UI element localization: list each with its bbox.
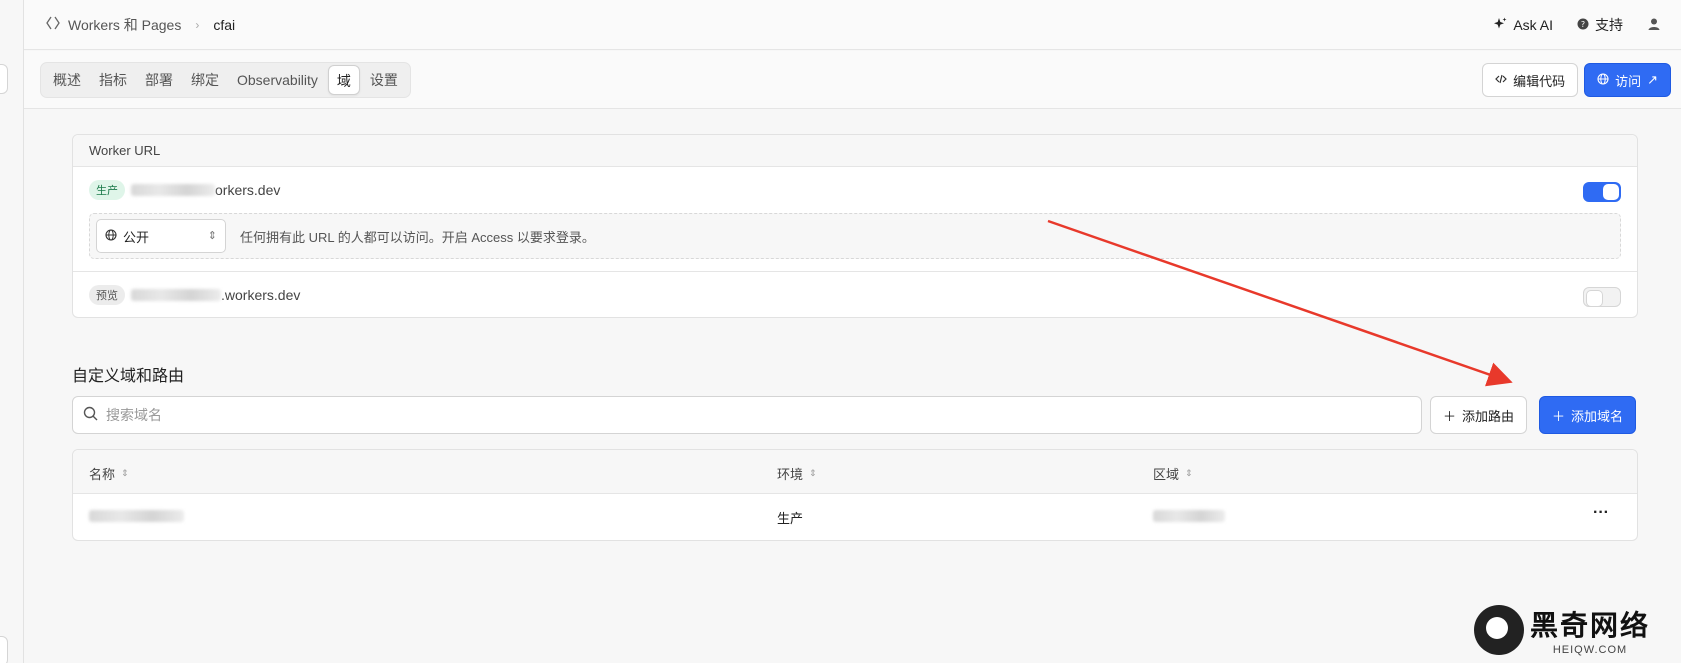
ask-ai-label: Ask AI — [1513, 17, 1553, 33]
user-icon — [1647, 17, 1661, 34]
sidebar-handle-bottom[interactable] — [0, 636, 8, 663]
globe-icon — [1597, 72, 1609, 88]
edit-code-button[interactable]: 编辑代码 — [1482, 63, 1579, 97]
row-environment: 生产 — [777, 511, 804, 526]
breadcrumb: Workers 和 Pages › cfai — [46, 15, 235, 35]
column-name[interactable]: 名称 ⇕ — [89, 464, 129, 483]
visit-label: 访问 — [1615, 73, 1642, 89]
header-actions: 编辑代码 访问 ↗ — [1482, 63, 1671, 97]
preview-url-row: 预览 .workers.dev — [73, 271, 1637, 317]
sidebar-handle[interactable] — [0, 64, 8, 94]
tab-domains[interactable]: 域 — [327, 65, 360, 95]
table-row[interactable]: 生产 ··· — [73, 494, 1637, 540]
access-select[interactable]: 公开 ⇕ — [96, 219, 226, 253]
sort-icon: ⇕ — [1185, 468, 1193, 478]
tab-metrics[interactable]: 指标 — [91, 65, 135, 95]
production-toggle[interactable] — [1583, 182, 1621, 202]
workers-icon — [46, 16, 60, 33]
production-url-row: 生产 orkers.dev — [73, 167, 1637, 213]
help-circle-icon: ? — [1577, 17, 1589, 33]
tab-deployments[interactable]: 部署 — [137, 65, 181, 95]
access-select-value: 公开 — [123, 229, 150, 245]
globe-icon — [105, 228, 117, 244]
top-right-nav: Ask AI ? 支持 — [1493, 0, 1681, 50]
column-environment-label: 环境 — [777, 467, 804, 482]
tab-settings[interactable]: 设置 — [362, 65, 406, 95]
chevron-updown-icon: ⇕ — [207, 230, 217, 242]
sort-icon: ⇕ — [809, 468, 817, 478]
add-route-button[interactable]: ＋ 添加路由 — [1430, 396, 1528, 434]
add-domain-label: 添加域名 — [1571, 408, 1624, 424]
chevron-right-icon: › — [195, 17, 200, 32]
redacted-zone — [1153, 510, 1225, 522]
sparkle-icon — [1493, 17, 1507, 34]
column-environment[interactable]: 环境 ⇕ — [777, 464, 817, 483]
access-description: 任何拥有此 URL 的人都可以访问。开启 Access 以要求登录。 — [240, 229, 595, 245]
edit-code-label: 编辑代码 — [1513, 73, 1566, 89]
svg-text:?: ? — [1581, 20, 1585, 29]
redacted-subdomain — [131, 288, 221, 301]
left-sidebar-edge — [0, 0, 24, 663]
table-header: 名称 ⇕ 环境 ⇕ 区域 ⇕ — [73, 450, 1637, 494]
plus-icon: ＋ — [1443, 408, 1457, 424]
breadcrumb-current: cfai — [213, 16, 236, 33]
domain-search-field[interactable] — [72, 396, 1422, 434]
preview-toggle[interactable] — [1583, 287, 1621, 307]
visit-button[interactable]: 访问 ↗ — [1584, 63, 1671, 97]
tab-overview[interactable]: 概述 — [45, 65, 89, 95]
watermark-logo-icon — [1474, 605, 1524, 655]
domain-search-input[interactable] — [106, 407, 1421, 423]
domains-table: 名称 ⇕ 环境 ⇕ 区域 ⇕ 生产 ··· — [72, 449, 1638, 541]
watermark-cn: 黑奇网络 — [1530, 609, 1651, 642]
support-button[interactable]: ? 支持 — [1577, 15, 1623, 35]
support-label: 支持 — [1595, 17, 1623, 33]
redacted-subdomain — [131, 184, 215, 196]
column-zone-label: 区域 — [1153, 467, 1180, 482]
watermark: 黑奇网络 HEIQW.COM — [1474, 604, 1650, 656]
add-route-label: 添加路由 — [1462, 408, 1515, 424]
sort-icon: ⇕ — [121, 468, 129, 478]
external-arrow-icon: ↗ — [1647, 72, 1658, 87]
top-bar: Workers 和 Pages › cfai — [24, 0, 1681, 50]
column-zone[interactable]: 区域 ⇕ — [1153, 464, 1193, 483]
preview-url[interactable]: .workers.dev — [221, 287, 300, 303]
tab-observability[interactable]: Observability — [229, 65, 326, 95]
worker-url-header: Worker URL — [73, 135, 1637, 167]
search-icon — [83, 406, 98, 424]
watermark-en: HEIQW.COM — [1552, 644, 1628, 656]
production-badge: 生产 — [89, 180, 125, 200]
production-url[interactable]: orkers.dev — [215, 182, 280, 198]
plus-icon: ＋ — [1552, 408, 1566, 424]
access-settings-box: 公开 ⇕ 任何拥有此 URL 的人都可以访问。开启 Access 以要求登录。 — [89, 213, 1621, 259]
redacted-domain-name — [89, 510, 184, 522]
user-avatar-button[interactable] — [1647, 17, 1661, 34]
breadcrumb-parent[interactable]: Workers 和 Pages — [68, 15, 181, 35]
ask-ai-button[interactable]: Ask AI — [1493, 17, 1553, 34]
tab-list: 概述 指标 部署 绑定 Observability 域 设置 — [40, 62, 411, 98]
add-domain-button[interactable]: ＋ 添加域名 — [1539, 396, 1637, 434]
column-name-label: 名称 — [89, 467, 116, 482]
custom-domains-title: 自定义域和路由 — [72, 368, 185, 385]
preview-badge: 预览 — [89, 284, 125, 305]
row-menu-button[interactable]: ··· — [1593, 504, 1609, 522]
tab-bindings[interactable]: 绑定 — [183, 65, 227, 95]
code-icon — [1495, 73, 1507, 88]
tabs-bar: 概述 指标 部署 绑定 Observability 域 设置 编辑代码 访问 ↗ — [24, 51, 1681, 109]
worker-url-card: Worker URL 生产 orkers.dev 公开 ⇕ 任何拥有此 URL … — [72, 134, 1638, 318]
